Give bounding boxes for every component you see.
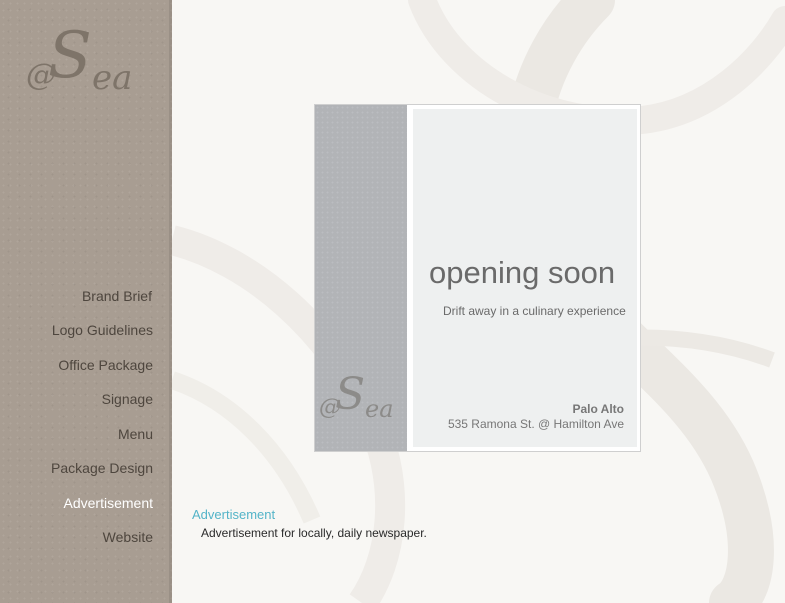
nav-item-advertisement[interactable]: Advertisement: [64, 495, 153, 511]
nav-item-website[interactable]: Website: [103, 529, 153, 545]
logo-ea: ea: [92, 58, 133, 98]
nav-item-package-design[interactable]: Package Design: [51, 460, 153, 476]
ad-card: @ S ea opening soon Drift away in a culi…: [314, 104, 641, 452]
card-logo-s: S: [335, 369, 366, 420]
caption-title: Advertisement: [192, 507, 276, 522]
nav-item-logo-guidelines[interactable]: Logo Guidelines: [52, 322, 153, 338]
ad-city: Palo Alto: [572, 402, 624, 416]
brand-logo[interactable]: @ S ea: [26, 24, 151, 100]
ad-card-logo: @ S ea: [319, 373, 409, 431]
nav-item-office-package[interactable]: Office Package: [58, 357, 153, 373]
ad-address: 535 Ramona St. @ Hamilton Ave: [447, 417, 624, 431]
caption-text: Advertisement for locally, daily newspap…: [201, 526, 427, 540]
ad-tagline: Drift away in a culinary experience: [443, 304, 626, 318]
sidebar: @ S ea Brand Brief Logo Guidelines Offic…: [0, 0, 172, 603]
nav-item-brand-brief[interactable]: Brand Brief: [82, 288, 152, 304]
nav-item-signage[interactable]: Signage: [102, 391, 153, 407]
ad-headline: opening soon: [429, 255, 616, 290]
card-logo-ea: ea: [365, 395, 394, 423]
nav-item-menu[interactable]: Menu: [118, 426, 153, 442]
logo-s: S: [48, 19, 92, 93]
